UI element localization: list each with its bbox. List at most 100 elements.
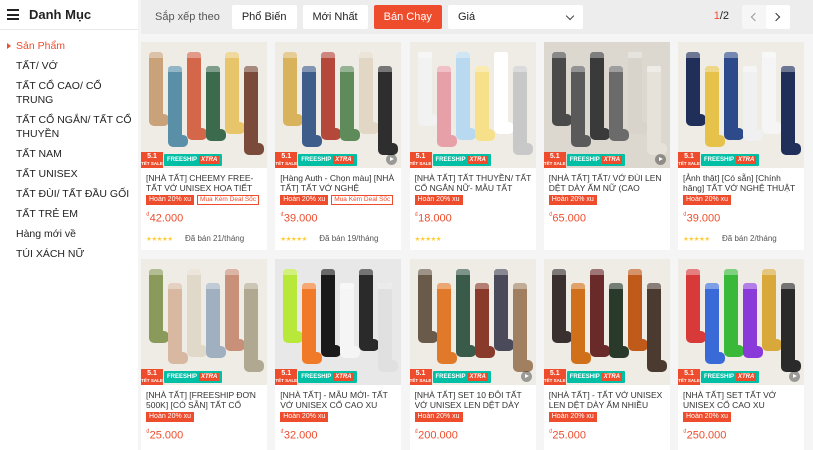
freeship-label: FREESHIP (301, 157, 332, 163)
product-name[interactable]: [Ảnh thật] [Có sẵn] [Chính hãng] TẤT VỚ … (683, 173, 800, 193)
sale-badge-bottom: TẾT SALE (678, 378, 700, 383)
freeship-badge: FREESHIP XTRA (701, 371, 760, 383)
sort-popular-button[interactable]: Phổ Biến (231, 5, 297, 29)
product-name[interactable]: [NHÀ TẤT] [FREESHIP ĐƠN 500K] [CÓ SẴN] T… (146, 390, 263, 410)
product-price: ₫32.000 (280, 429, 317, 442)
freeship-badge: FREESHIP XTRA (432, 371, 491, 383)
cashback-tag: Hoàn 20% xu (683, 412, 732, 422)
sale-badge-bottom: TẾT SALE (275, 161, 298, 166)
product-name[interactable]: [NHÀ TẤT] SET TẤT VỚ UNISEX CỔ CAO XU HƯ… (683, 390, 800, 410)
product-image[interactable]: 5.1 TẾT SALE FREESHIP XTRA (275, 42, 402, 168)
sale-badge-top: 5.1 (415, 370, 426, 377)
product-image[interactable]: 5.1 TẾT SALE FREESHIP XTRA (409, 259, 536, 385)
next-page-button[interactable] (766, 5, 790, 29)
video-play-icon (789, 371, 800, 382)
product-image[interactable]: 5.1 TẾT SALE FREESHIP XTRA (141, 42, 267, 168)
rating-stars-icon: ★★★★★ (414, 236, 442, 243)
sale-badge: 5.1 TẾT SALE (141, 369, 163, 385)
freeship-badge: FREESHIP XTRA (566, 371, 626, 383)
product-name[interactable]: [NHÀ TẤT] CHEEMY FREE- TẤT VỚ UNISEX HỌA… (146, 173, 263, 193)
prev-page-button[interactable] (742, 5, 766, 29)
product-tags: Hoàn 20% xu (548, 195, 597, 205)
product-image[interactable]: 5.1 TẾT SALE FREESHIP XTRA (275, 259, 402, 385)
shop-page: Danh Mục Sản Phẩm TẤT/ VỚ TẤT CỔ CAO/ CỔ T… (0, 0, 813, 450)
product-image[interactable]: 5.1 TẾT SALE FREESHIP XTRA (141, 259, 267, 385)
sort-newest-button[interactable]: Mới Nhất (302, 5, 368, 29)
product-price: ₫25.000 (146, 429, 183, 442)
deal-tag: Mua Kèm Deal Sốc (331, 195, 394, 205)
price-value: 25.000 (552, 429, 586, 442)
freeship-badge: FREESHIP XTRA (566, 154, 626, 166)
freeship-badge: FREESHIP XTRA (164, 154, 223, 166)
product-card[interactable]: 5.1 TẾT SALE FREESHIP XTRA [Hàng Auth - Chọn… (275, 42, 402, 250)
product-name[interactable]: [NHÀ TẤT] TẤT/ VỚ ĐÙI LEN DỆT DÀY ẤM NỮ … (549, 173, 666, 193)
product-card[interactable]: 5.1 TẾT SALE FREESHIP XTRA [NHÀ TẤT] - TẤT V… (543, 259, 670, 450)
sidebar-item[interactable]: TÚI XÁCH NỮ (0, 244, 138, 264)
cashback-tag: Hoàn 20% xu (280, 195, 329, 205)
price-sort-label: Giá (457, 11, 476, 23)
xtra-label: XTRA (199, 373, 220, 381)
cashback-tag: Hoàn 20% xu (548, 195, 597, 205)
xtra-label: XTRA (199, 156, 220, 164)
product-price: ₫18.000 (415, 212, 452, 225)
sidebar-item[interactable]: Sản Phẩm (0, 36, 138, 56)
product-tags: Hoàn 20% xu (414, 412, 463, 422)
product-name[interactable]: [Hàng Auth - Chọn màu] [NHÀ TẤT] TẤT VỚ … (280, 173, 397, 193)
product-tags: Hoàn 20% xu (146, 412, 195, 422)
sale-badge: 5.1 TẾT SALE (678, 152, 700, 168)
xtra-label: XTRA (601, 373, 623, 381)
cashback-tag: Hoàn 20% xu (683, 195, 732, 205)
sale-badge-bottom: TẾT SALE (275, 378, 298, 383)
product-tags: Hoàn 20% xu (414, 195, 463, 205)
category-sidebar: Danh Mục Sản Phẩm TẤT/ VỚ TẤT CỔ CAO/ CỔ T… (0, 0, 138, 450)
sale-badge-top: 5.1 (684, 153, 694, 160)
xtra-label: XTRA (467, 373, 488, 381)
product-card[interactable]: 5.1 TẾT SALE FREESHIP XTRA [NHÀ TẤT] - MẪU M… (275, 259, 402, 450)
sold-count: Đã bán 19/tháng (319, 234, 379, 243)
product-name[interactable]: [NHÀ TẤT] - MẪU MỚI- TẤT VỚ UNISEX CỔ CA… (280, 390, 397, 410)
product-card[interactable]: 5.1 TẾT SALE FREESHIP XTRA [Ảnh thật] [Có sẵ… (678, 42, 804, 250)
product-image[interactable]: 5.1 TẾT SALE FREESHIP XTRA (543, 42, 670, 168)
product-name[interactable]: [NHÀ TẤT] SET 10 ĐÔI TẤT VỚ UNISEX LEN D… (415, 390, 532, 410)
product-card[interactable]: 5.1 TẾT SALE FREESHIP XTRA [NHÀ TẤT] TẤT THU… (409, 42, 536, 250)
cashback-tag: Hoàn 20% xu (548, 412, 597, 422)
sidebar-item[interactable]: TẤT TRẺ EM (0, 204, 138, 224)
product-image[interactable]: 5.1 TẾT SALE FREESHIP XTRA (678, 259, 804, 385)
product-card[interactable]: 5.1 TẾT SALE FREESHIP XTRA [NHÀ TẤT] SET 10 … (409, 259, 536, 450)
sidebar-item[interactable]: Hàng mới về (0, 224, 138, 244)
freeship-label: FREESHIP (167, 374, 198, 380)
freeship-label: FREESHIP (301, 374, 332, 380)
xtra-label: XTRA (333, 156, 354, 164)
product-card[interactable]: 5.1 TẾT SALE FREESHIP XTRA [NHÀ TẤT] SET TẤT… (678, 259, 804, 450)
sidebar-item[interactable]: TẤT CỔ CAO/ CỔ TRUNG (0, 76, 138, 110)
product-name[interactable]: [NHÀ TẤT] - TẤT VỚ UNISEX LEN DỆT DÀY ẤM… (549, 390, 666, 410)
sidebar-item[interactable]: TẤT UNISEX (0, 164, 138, 184)
sort-bestseller-button[interactable]: Bán Chạy (373, 5, 442, 29)
menu-list-icon (7, 9, 19, 20)
sidebar-item[interactable]: TẤT/ VỚ (0, 56, 138, 76)
product-card[interactable]: 5.1 TẾT SALE FREESHIP XTRA [NHÀ TẤT] TẤT/ VỚ… (543, 42, 670, 250)
product-image[interactable]: 5.1 TẾT SALE FREESHIP XTRA (543, 259, 670, 385)
product-name[interactable]: [NHÀ TẤT] TẤT THUYỀN/ TẤT CỔ NGẮN NỮ- MẪ… (415, 173, 532, 193)
sale-badge-top: 5.1 (684, 370, 694, 377)
product-tags: Hoàn 20% xu (548, 412, 597, 422)
sidebar-item[interactable]: TẤT ĐÙI/ TẤT ĐẦU GỐI (0, 184, 138, 204)
sidebar-item[interactable]: TẤT CỔ NGẮN/ TẤT CỔ THUYỀN (0, 110, 138, 144)
product-tags: Hoàn 20% xu (280, 412, 329, 422)
sale-badge-top: 5.1 (549, 153, 560, 160)
product-tags: Hoàn 20% xu Mua Kèm Deal Sốc (280, 195, 394, 205)
page-indicator: 1/2 (714, 10, 729, 22)
freeship-label: FREESHIP (435, 157, 466, 163)
price-sort-select[interactable]: Giá (447, 5, 583, 29)
sold-count: Đã bán 2/tháng (722, 234, 777, 243)
product-card[interactable]: 5.1 TẾT SALE FREESHIP XTRA [NHÀ TẤT] [FREESH… (141, 259, 267, 450)
product-image[interactable]: 5.1 TẾT SALE FREESHIP XTRA (409, 42, 536, 168)
freeship-badge: FREESHIP XTRA (164, 371, 223, 383)
price-value: 250.000 (686, 429, 727, 442)
product-tags: Hoàn 20% xu Mua Kèm Deal Sốc (146, 195, 260, 205)
product-image[interactable]: 5.1 TẾT SALE FREESHIP XTRA (678, 42, 804, 168)
freeship-label: FREESHIP (167, 157, 198, 163)
price-value: 25.000 (149, 429, 184, 442)
sidebar-item[interactable]: TẤT NAM (0, 144, 138, 164)
product-card[interactable]: 5.1 TẾT SALE FREESHIP XTRA [NHÀ TẤT] CHEEMY … (141, 42, 267, 250)
